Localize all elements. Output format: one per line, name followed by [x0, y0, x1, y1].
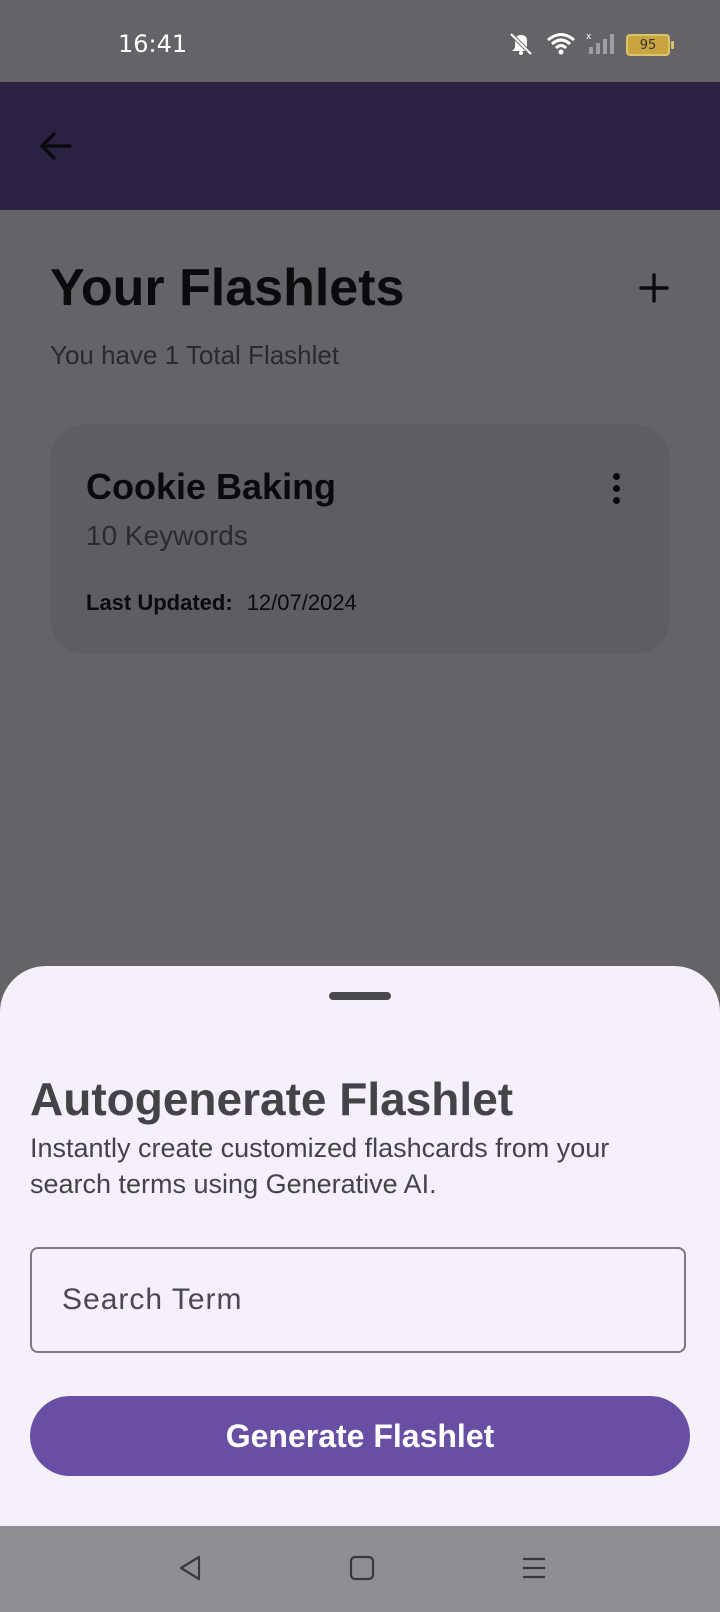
flashlet-title: Cookie Baking: [86, 466, 337, 507]
plus-icon: [639, 272, 669, 308]
flashlet-count: You have 1 Total Flashlet: [50, 340, 340, 370]
flashlet-updated: Last Updated: 12/07/2024: [86, 590, 357, 616]
signal-icon: x: [586, 31, 616, 60]
search-term-input[interactable]: [30, 1247, 686, 1353]
menu-lines-icon[interactable]: [512, 1546, 556, 1590]
more-vertical-icon[interactable]: [596, 464, 636, 512]
app-bar: [0, 82, 720, 210]
arrow-left-icon: [38, 128, 74, 169]
sheet-title: Autogenerate Flashlet: [30, 1073, 514, 1125]
sheet-description: Instantly create customized flashcards f…: [30, 1133, 610, 1199]
mute-icon: [506, 30, 536, 61]
status-icons: x 95: [506, 30, 674, 61]
status-bar: 16:41 x 95: [0, 0, 720, 82]
home-square-icon[interactable]: [340, 1546, 384, 1590]
svg-text:x: x: [586, 32, 592, 42]
last-updated-value: 12/07/2024: [246, 590, 357, 615]
status-time: 16:41: [118, 30, 188, 58]
flashlet-keywords: 10 Keywords: [86, 520, 248, 551]
last-updated-label: Last Updated:: [86, 590, 233, 615]
generate-flashlet-button[interactable]: Generate Flashlet: [30, 1396, 690, 1476]
back-button[interactable]: [34, 126, 78, 170]
wifi-icon: [546, 31, 576, 60]
back-triangle-icon[interactable]: [168, 1546, 212, 1590]
autogenerate-sheet: Autogenerate Flashlet Instantly create c…: [0, 966, 720, 1526]
system-nav-bar: [0, 1526, 720, 1612]
add-flashlet-button[interactable]: [632, 268, 676, 312]
page-title: Your Flashlets: [50, 259, 405, 317]
battery-icon: 95: [626, 34, 674, 56]
flashlet-card[interactable]: Cookie Baking 10 Keywords Last Updated: 1…: [50, 424, 670, 654]
drag-handle[interactable]: [329, 992, 391, 1000]
